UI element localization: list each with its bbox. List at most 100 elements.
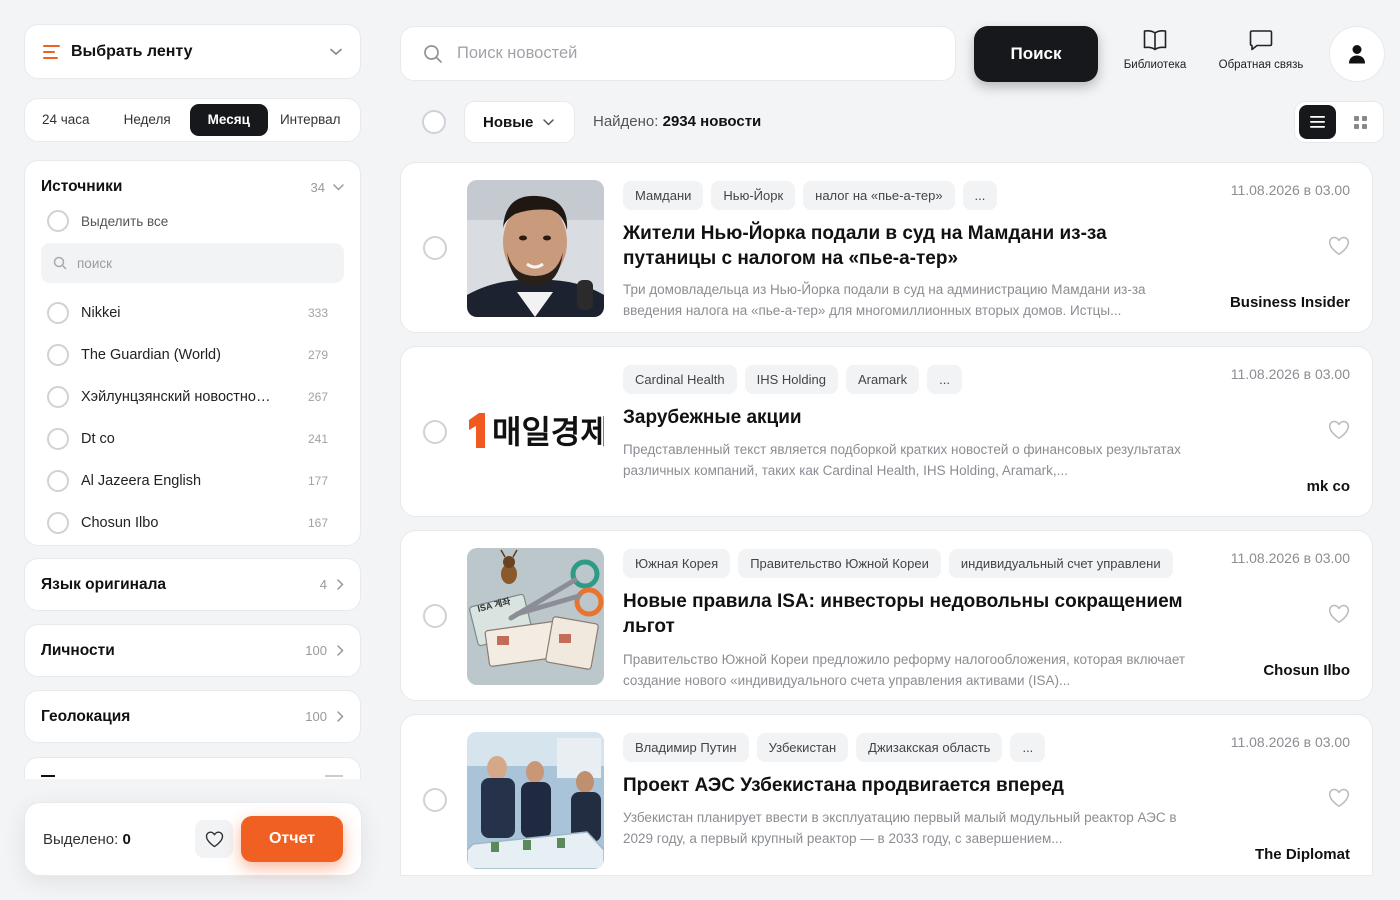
source-radio[interactable] — [47, 386, 69, 408]
news-title[interactable]: Зарубежные акции — [623, 405, 1193, 430]
news-date: 11.08.2026 в 03.00 — [1230, 734, 1350, 750]
facet-peek — [24, 757, 361, 779]
tab-24h[interactable]: 24 часа — [29, 104, 103, 136]
facet-title: Геолокация — [41, 707, 131, 725]
news-select-radio[interactable] — [423, 420, 447, 444]
book-icon — [1142, 28, 1168, 52]
source-radio[interactable] — [47, 344, 69, 366]
select-all-news-radio[interactable] — [422, 110, 446, 134]
source-item[interactable]: Nikkei 333 — [41, 292, 344, 334]
facet-persons[interactable]: Личности 100 — [24, 624, 361, 677]
source-radio[interactable] — [47, 428, 69, 450]
source-name: Al Jazeera English — [81, 473, 202, 489]
source-search-input[interactable]: поиск — [41, 243, 344, 283]
news-title[interactable]: Новые правила ISA: инвесторы недовольны … — [623, 589, 1193, 639]
tag[interactable]: налог на «пье-а-тер» — [803, 181, 955, 210]
source-item[interactable]: Chosun Ilbo 167 — [41, 502, 344, 544]
news-thumbnail — [467, 732, 604, 869]
view-toggle — [1294, 101, 1384, 143]
tag[interactable]: Cardinal Health — [623, 365, 737, 394]
news-card[interactable]: Владимир Путин Узбекистан Джизакская обл… — [400, 714, 1373, 876]
tab-week[interactable]: Неделя — [111, 104, 184, 136]
tag[interactable]: Узбекистан — [756, 733, 849, 762]
news-tags: Владимир Путин Узбекистан Джизакская обл… — [623, 733, 1183, 762]
grid-view-button[interactable] — [1342, 105, 1379, 139]
heart-icon[interactable] — [1328, 788, 1350, 808]
news-thumbnail: ISA 계좌 — [467, 548, 604, 685]
news-card[interactable]: ISA 계좌 Южная Корея Правительство Южной К… — [400, 530, 1373, 701]
source-item[interactable]: Хэйлунцзянский новостной по... 267 — [41, 376, 344, 418]
more-tags[interactable]: ... — [927, 365, 962, 394]
facet-count: 4 — [319, 577, 327, 592]
clipped-facet-title — [41, 775, 55, 777]
news-card[interactable]: 매일경제 Cardinal Health IHS Holding Aramark… — [400, 346, 1373, 517]
chevron-right-icon — [335, 711, 344, 722]
selected-label: Выделено: — [43, 830, 119, 848]
tag[interactable]: Мамдани — [623, 181, 704, 210]
selected-counter: Выделено: 0 — [43, 831, 195, 848]
sort-select[interactable]: Новые — [464, 101, 575, 143]
news-source: Chosun Ilbo — [1263, 662, 1350, 679]
tag[interactable]: Нью-Йорк — [711, 181, 796, 210]
news-source: mk co — [1306, 478, 1350, 495]
select-all[interactable]: Выделить все — [41, 210, 344, 232]
select-all-radio[interactable] — [47, 210, 69, 232]
tab-interval[interactable]: Интервал — [268, 104, 341, 136]
facet-language[interactable]: Язык оригинала 4 — [24, 558, 361, 611]
tag[interactable]: IHS Holding — [744, 365, 838, 394]
search-icon — [423, 44, 443, 64]
favorites-button[interactable] — [195, 820, 233, 858]
source-name: Dt co — [81, 431, 115, 447]
grid-icon — [1354, 115, 1367, 129]
feed-select[interactable]: Выбрать ленту — [24, 24, 361, 79]
list-view-button[interactable] — [1299, 105, 1336, 139]
tag[interactable]: Владимир Путин — [623, 733, 749, 762]
source-count: 267 — [307, 390, 328, 404]
news-date: 11.08.2026 в 03.00 — [1230, 366, 1350, 382]
source-count: 167 — [307, 516, 328, 530]
heart-icon[interactable] — [1328, 420, 1350, 440]
sources-panel: Источники 34 Выделить все поиск Nikkei 33… — [24, 160, 361, 546]
search-button[interactable]: Поиск — [974, 26, 1098, 82]
sources-title: Источники — [41, 178, 123, 195]
source-item[interactable]: The Guardian (World) 279 — [41, 334, 344, 376]
period-tabs: 24 часа Неделя Месяц Интервал — [24, 98, 361, 142]
heart-icon[interactable] — [1328, 604, 1350, 624]
facet-geolocation[interactable]: Геолокация 100 — [24, 690, 361, 743]
more-tags[interactable]: ... — [962, 181, 998, 210]
news-select-radio[interactable] — [423, 604, 447, 628]
avatar[interactable] — [1329, 26, 1385, 82]
source-radio[interactable] — [47, 470, 69, 492]
feedback-button[interactable]: Обратная связь — [1213, 28, 1309, 71]
source-radio[interactable] — [47, 512, 69, 534]
source-item[interactable]: Dt co 241 — [41, 418, 344, 460]
news-tags: Южная Корея Правительство Южной Кореи ин… — [623, 549, 1183, 578]
sort-label: Новые — [483, 113, 534, 131]
sources-header[interactable]: Источники 34 — [41, 178, 344, 196]
tab-month[interactable]: Месяц — [189, 104, 268, 136]
news-thumbnail — [467, 180, 604, 317]
library-button[interactable]: Библиотека — [1120, 28, 1190, 71]
source-count: 241 — [307, 432, 328, 446]
found-value: 2934 новости — [662, 113, 762, 130]
tag[interactable]: Южная Корея — [623, 549, 731, 578]
heart-icon[interactable] — [1328, 236, 1350, 256]
news-search-input[interactable] — [457, 44, 933, 63]
tag[interactable]: Aramark — [845, 365, 920, 394]
news-title[interactable]: Жители Нью-Йорка подали в суд на Мамдани… — [623, 221, 1193, 271]
tag[interactable]: Правительство Южной Кореи — [738, 549, 941, 578]
news-select-radio[interactable] — [423, 788, 447, 812]
source-radio[interactable] — [47, 302, 69, 324]
tag[interactable]: индивидуальный счет управлени — [948, 549, 1173, 578]
news-select-radio[interactable] — [423, 236, 447, 260]
clipped-facet-count — [325, 775, 343, 777]
source-item[interactable]: Al Jazeera English 177 — [41, 460, 344, 502]
more-tags[interactable]: ... — [1010, 733, 1046, 762]
chevron-right-icon — [335, 579, 344, 590]
feedback-label: Обратная связь — [1218, 59, 1304, 71]
tag[interactable]: Джизакская область — [856, 733, 1003, 762]
news-title[interactable]: Проект АЭС Узбекистана продвигается впер… — [623, 773, 1193, 798]
news-card[interactable]: Мамдани Нью-Йорк налог на «пье-а-тер» ..… — [400, 162, 1373, 333]
report-button[interactable]: Отчет — [241, 816, 343, 862]
news-date: 11.08.2026 в 03.00 — [1230, 550, 1350, 566]
